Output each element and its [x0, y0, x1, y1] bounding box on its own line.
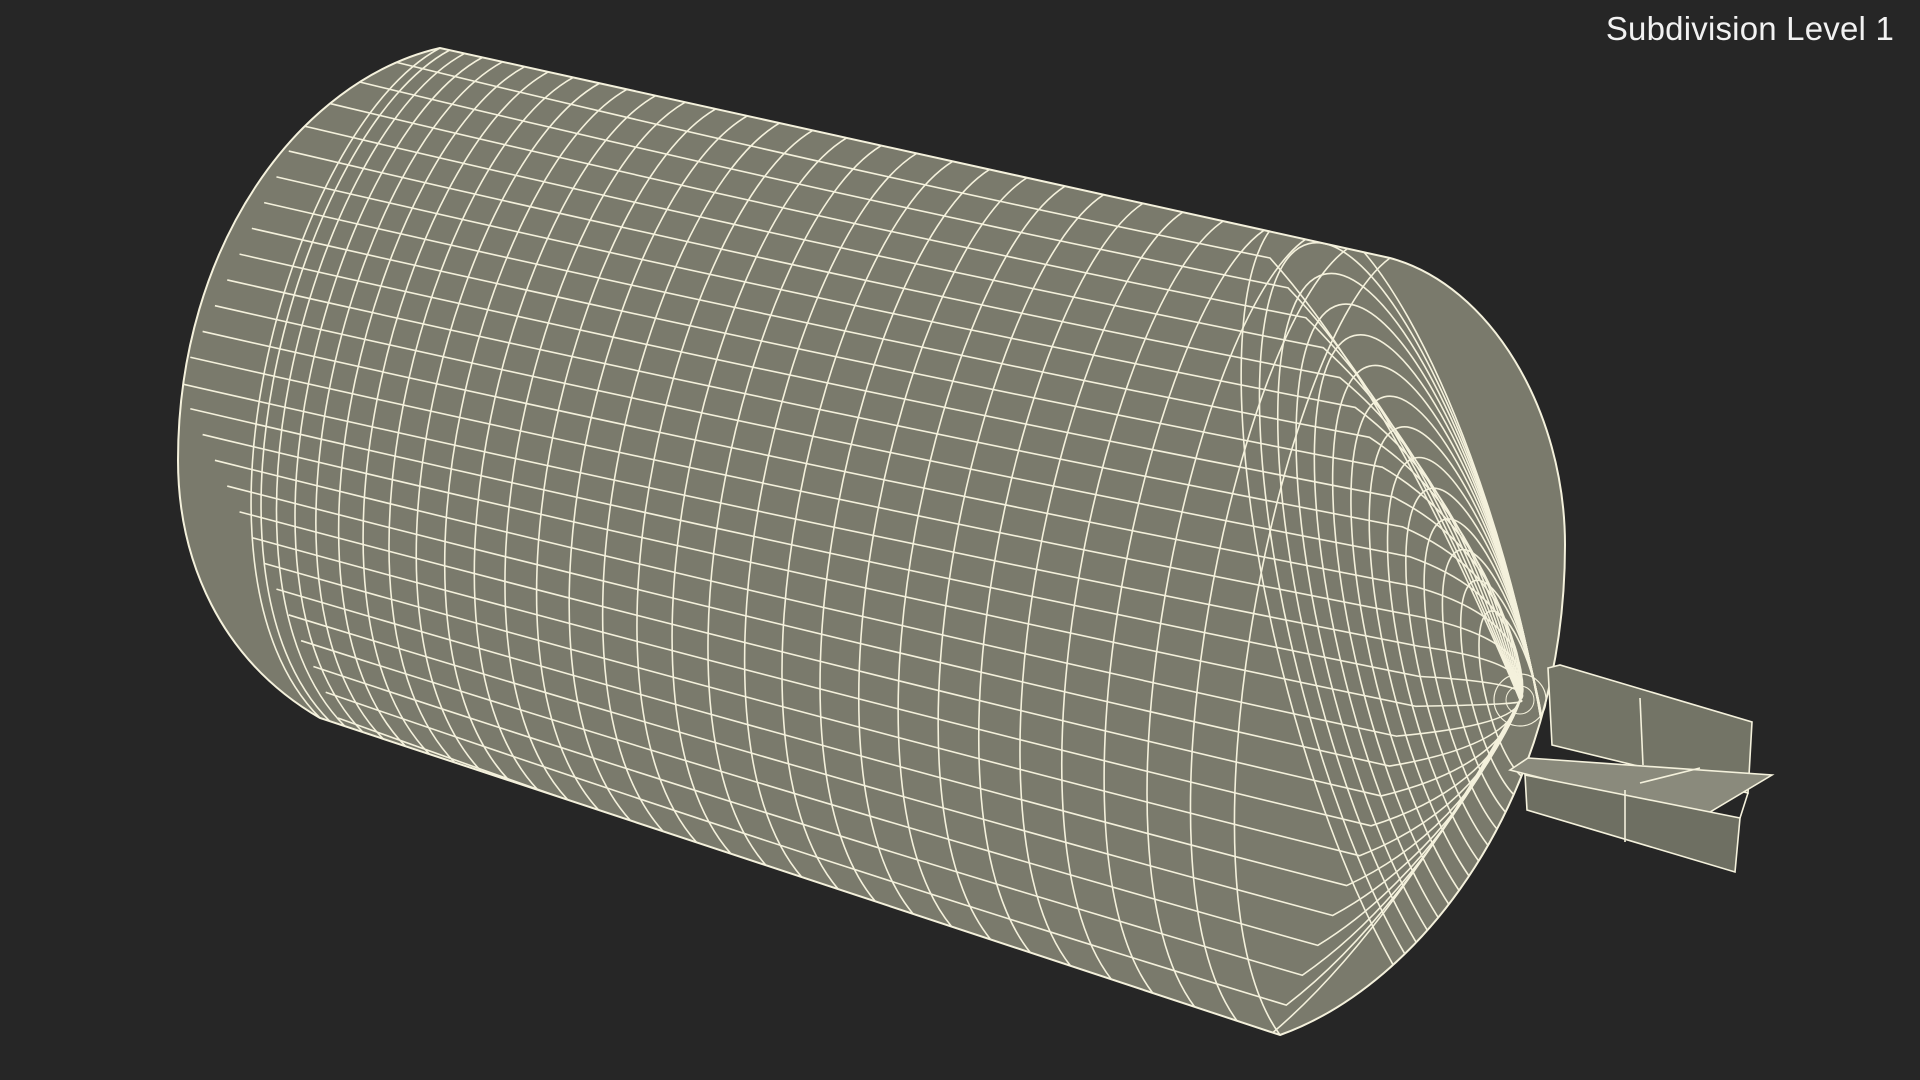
fin-assembly [1508, 664, 1775, 874]
subdivision-level-label: Subdivision Level 1 [1605, 10, 1894, 47]
wireframe-scene [176, 46, 1775, 1037]
render-viewport: Subdivision Level 1 [0, 0, 1920, 1080]
